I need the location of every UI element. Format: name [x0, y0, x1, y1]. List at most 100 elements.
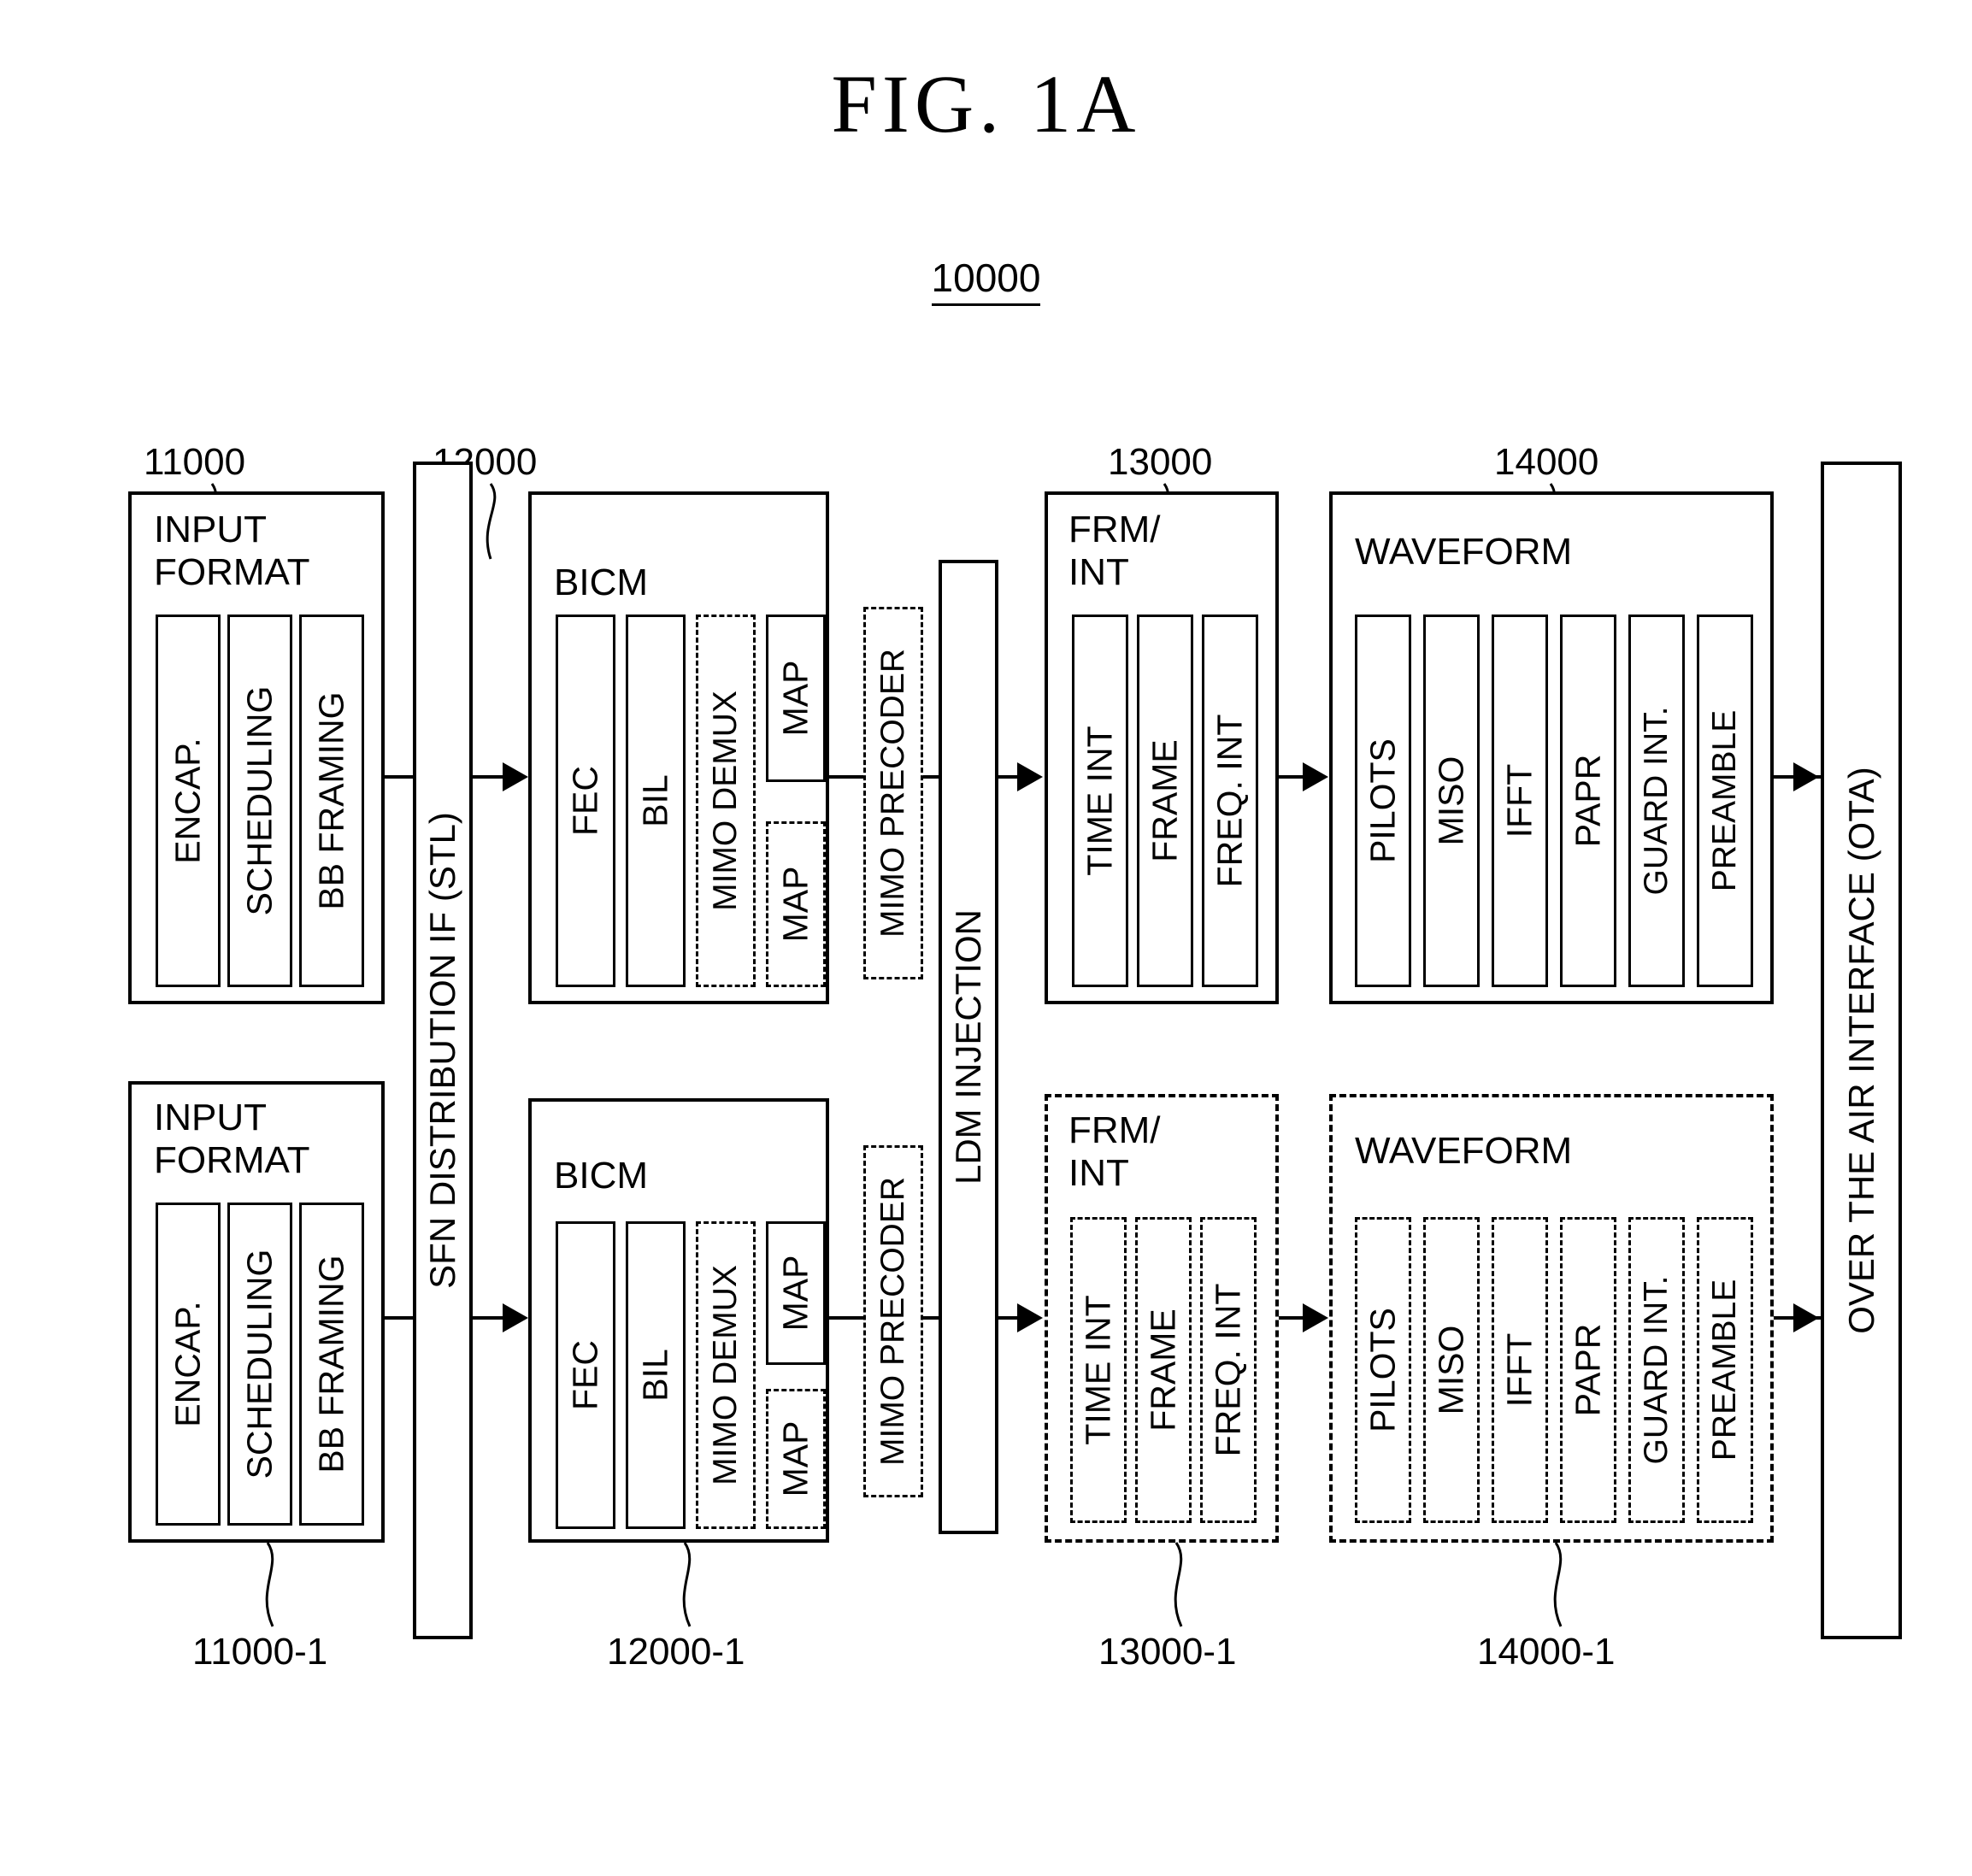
- fec-block-bottom[interactable]: FEC: [556, 1221, 615, 1529]
- waveform-block-top[interactable]: WAVEFORM PILOTS MISO IFFT PAPR GUARD INT…: [1329, 491, 1774, 1004]
- bil-block-top[interactable]: BIL: [626, 615, 686, 987]
- waveform-block-bottom[interactable]: WAVEFORM PILOTS MISO IFFT PAPR GUARD INT…: [1329, 1094, 1774, 1543]
- miso-block-bottom[interactable]: MISO: [1423, 1217, 1480, 1523]
- mimo-demux-block-bottom[interactable]: MIMO DEMUX: [696, 1221, 756, 1529]
- connector-precoder-to-ldm-top: [923, 775, 942, 779]
- papr-label-bottom: PAPR: [1568, 1323, 1608, 1417]
- encap-block-top[interactable]: ENCAP.: [156, 615, 221, 987]
- mimo-precoder-label-bottom: MIMO PRECODER: [874, 1176, 911, 1467]
- fec-label-top: FEC: [565, 766, 605, 836]
- scheduling-label-bottom: SCHEDULING: [239, 1249, 280, 1479]
- frm-int-block-top[interactable]: FRM/ INT TIME INT FRAME FREQ. INT: [1045, 491, 1279, 1004]
- frame-label-bottom: FRAME: [1143, 1308, 1183, 1432]
- arrow-ldm-to-frmint-bottom: [1017, 1303, 1043, 1332]
- bicm-label-top: BICM: [554, 562, 648, 603]
- map-label-dashed-bottom: MAP: [775, 1420, 815, 1497]
- fec-label-bottom: FEC: [565, 1340, 605, 1410]
- map-block-dashed-top[interactable]: MAP: [766, 821, 826, 987]
- frm-int-label-bottom: FRM/ INT: [1068, 1109, 1161, 1194]
- preamble-block-top[interactable]: PREAMBLE: [1697, 615, 1753, 987]
- leader-line-12000: [486, 483, 497, 560]
- mimo-demux-block-top[interactable]: MIMO DEMUX: [696, 615, 756, 987]
- bb-framing-block-bottom[interactable]: BB FRAMING: [299, 1203, 364, 1526]
- scheduling-block-top[interactable]: SCHEDULING: [227, 615, 292, 987]
- bil-label-top: BIL: [635, 774, 675, 827]
- guard-int-label-bottom: GUARD INT.: [1638, 1275, 1675, 1465]
- system-reference-number: 10000: [0, 255, 1972, 306]
- leader-line-12000-1: [682, 1542, 692, 1627]
- frm-int-block-bottom[interactable]: FRM/ INT TIME INT FRAME FREQ. INT: [1045, 1094, 1279, 1543]
- leader-line-14000-1: [1553, 1542, 1563, 1627]
- arrow-waveform-to-ota-bottom: [1793, 1303, 1819, 1332]
- leader-line-11000-1: [265, 1542, 274, 1627]
- ldm-injection-bar[interactable]: LDM INJECTION: [939, 560, 998, 1534]
- over-the-air-interface-bar[interactable]: OVER THE AIR INTERFACE (OTA): [1821, 462, 1902, 1639]
- bicm-block-top[interactable]: BICM FEC BIL MIMO DEMUX MAP MAP: [528, 491, 829, 1004]
- freq-int-label-bottom: FREQ. INT: [1208, 1283, 1248, 1457]
- time-int-block-bottom[interactable]: TIME INT: [1070, 1217, 1127, 1523]
- system-reference-number-value: 10000: [931, 256, 1041, 306]
- sfn-distribution-label: SFN DISTRIBUTION IF (STL): [422, 812, 462, 1289]
- arrow-frmint-to-waveform-bottom: [1303, 1303, 1328, 1332]
- pilots-block-top[interactable]: PILOTS: [1355, 615, 1411, 987]
- time-int-label-top: TIME INT: [1080, 726, 1120, 876]
- ifft-block-bottom[interactable]: IFFT: [1492, 1217, 1548, 1523]
- map-label-solid-bottom: MAP: [775, 1255, 815, 1332]
- preamble-block-bottom[interactable]: PREAMBLE: [1697, 1217, 1753, 1523]
- pilots-block-bottom[interactable]: PILOTS: [1355, 1217, 1411, 1523]
- bil-block-bottom[interactable]: BIL: [626, 1221, 686, 1529]
- guard-int-block-bottom[interactable]: GUARD INT.: [1628, 1217, 1685, 1523]
- map-block-dashed-bottom[interactable]: MAP: [766, 1389, 826, 1529]
- ldm-injection-label: LDM INJECTION: [948, 909, 988, 1185]
- map-block-solid-top[interactable]: MAP: [766, 615, 826, 782]
- refnum-14000-1: 14000-1: [1477, 1631, 1616, 1673]
- ifft-label-top: IFFT: [1499, 763, 1539, 838]
- input-format-block-bottom[interactable]: INPUT FORMAT ENCAP. SCHEDULING BB FRAMIN…: [128, 1081, 385, 1543]
- scheduling-label-top: SCHEDULING: [239, 685, 280, 916]
- ifft-block-top[interactable]: IFFT: [1492, 615, 1548, 987]
- time-int-block-top[interactable]: TIME INT: [1072, 615, 1128, 987]
- bicm-label-bottom: BICM: [554, 1155, 648, 1197]
- refnum-14000: 14000: [1494, 441, 1599, 483]
- map-block-solid-bottom[interactable]: MAP: [766, 1221, 826, 1365]
- arrow-sfn-to-bicm-bottom: [503, 1303, 528, 1332]
- scheduling-block-bottom[interactable]: SCHEDULING: [227, 1203, 292, 1526]
- papr-label-top: PAPR: [1568, 754, 1608, 848]
- time-int-label-bottom: TIME INT: [1078, 1295, 1118, 1445]
- input-format-block-top[interactable]: INPUT FORMAT ENCAP. SCHEDULING BB FRAMIN…: [128, 491, 385, 1004]
- miso-block-top[interactable]: MISO: [1423, 615, 1480, 987]
- arrow-waveform-to-ota-top: [1793, 762, 1819, 791]
- mimo-precoder-block-top[interactable]: MIMO PRECODER: [863, 607, 923, 979]
- mimo-precoder-block-bottom[interactable]: MIMO PRECODER: [863, 1145, 923, 1497]
- sfn-distribution-bar[interactable]: SFN DISTRIBUTION IF (STL): [413, 462, 473, 1639]
- encap-label-top: ENCAP.: [168, 738, 208, 864]
- frame-block-top[interactable]: FRAME: [1137, 615, 1193, 987]
- freq-int-block-bottom[interactable]: FREQ. INT: [1200, 1217, 1257, 1523]
- pilots-label-bottom: PILOTS: [1363, 1308, 1403, 1432]
- freq-int-block-top[interactable]: FREQ. INT: [1202, 615, 1258, 987]
- encap-block-bottom[interactable]: ENCAP.: [156, 1203, 221, 1526]
- mimo-precoder-label-top: MIMO PRECODER: [874, 648, 911, 938]
- miso-label-top: MISO: [1431, 756, 1471, 846]
- pilots-label-top: PILOTS: [1363, 738, 1403, 863]
- encap-label-bottom: ENCAP.: [168, 1301, 208, 1427]
- fec-block-top[interactable]: FEC: [556, 615, 615, 987]
- papr-block-top[interactable]: PAPR: [1560, 615, 1616, 987]
- waveform-label-top: WAVEFORM: [1355, 531, 1573, 573]
- connector-bicm-to-precoder-top: [829, 775, 868, 779]
- papr-block-bottom[interactable]: PAPR: [1560, 1217, 1616, 1523]
- bb-framing-block-top[interactable]: BB FRAMING: [299, 615, 364, 987]
- bb-framing-label-top: BB FRAMING: [311, 691, 351, 910]
- refnum-11000-1: 11000-1: [192, 1631, 328, 1673]
- guard-int-label-top: GUARD INT.: [1638, 706, 1675, 896]
- preamble-label-bottom: PREAMBLE: [1706, 1279, 1743, 1461]
- connector-precoder-to-ldm-bottom: [923, 1316, 942, 1320]
- mimo-demux-label-top: MIMO DEMUX: [707, 691, 744, 911]
- bicm-block-bottom[interactable]: BICM FEC BIL MIMO DEMUX MAP MAP: [528, 1098, 829, 1543]
- figure-title: FIG. 1A: [831, 58, 1141, 150]
- connector-inputformat-to-sfn-bottom: [385, 1316, 415, 1320]
- input-format-label-bottom: INPUT FORMAT: [154, 1097, 310, 1181]
- frame-block-bottom[interactable]: FRAME: [1135, 1217, 1192, 1523]
- arrow-sfn-to-bicm-top: [503, 762, 528, 791]
- guard-int-block-top[interactable]: GUARD INT.: [1628, 615, 1685, 987]
